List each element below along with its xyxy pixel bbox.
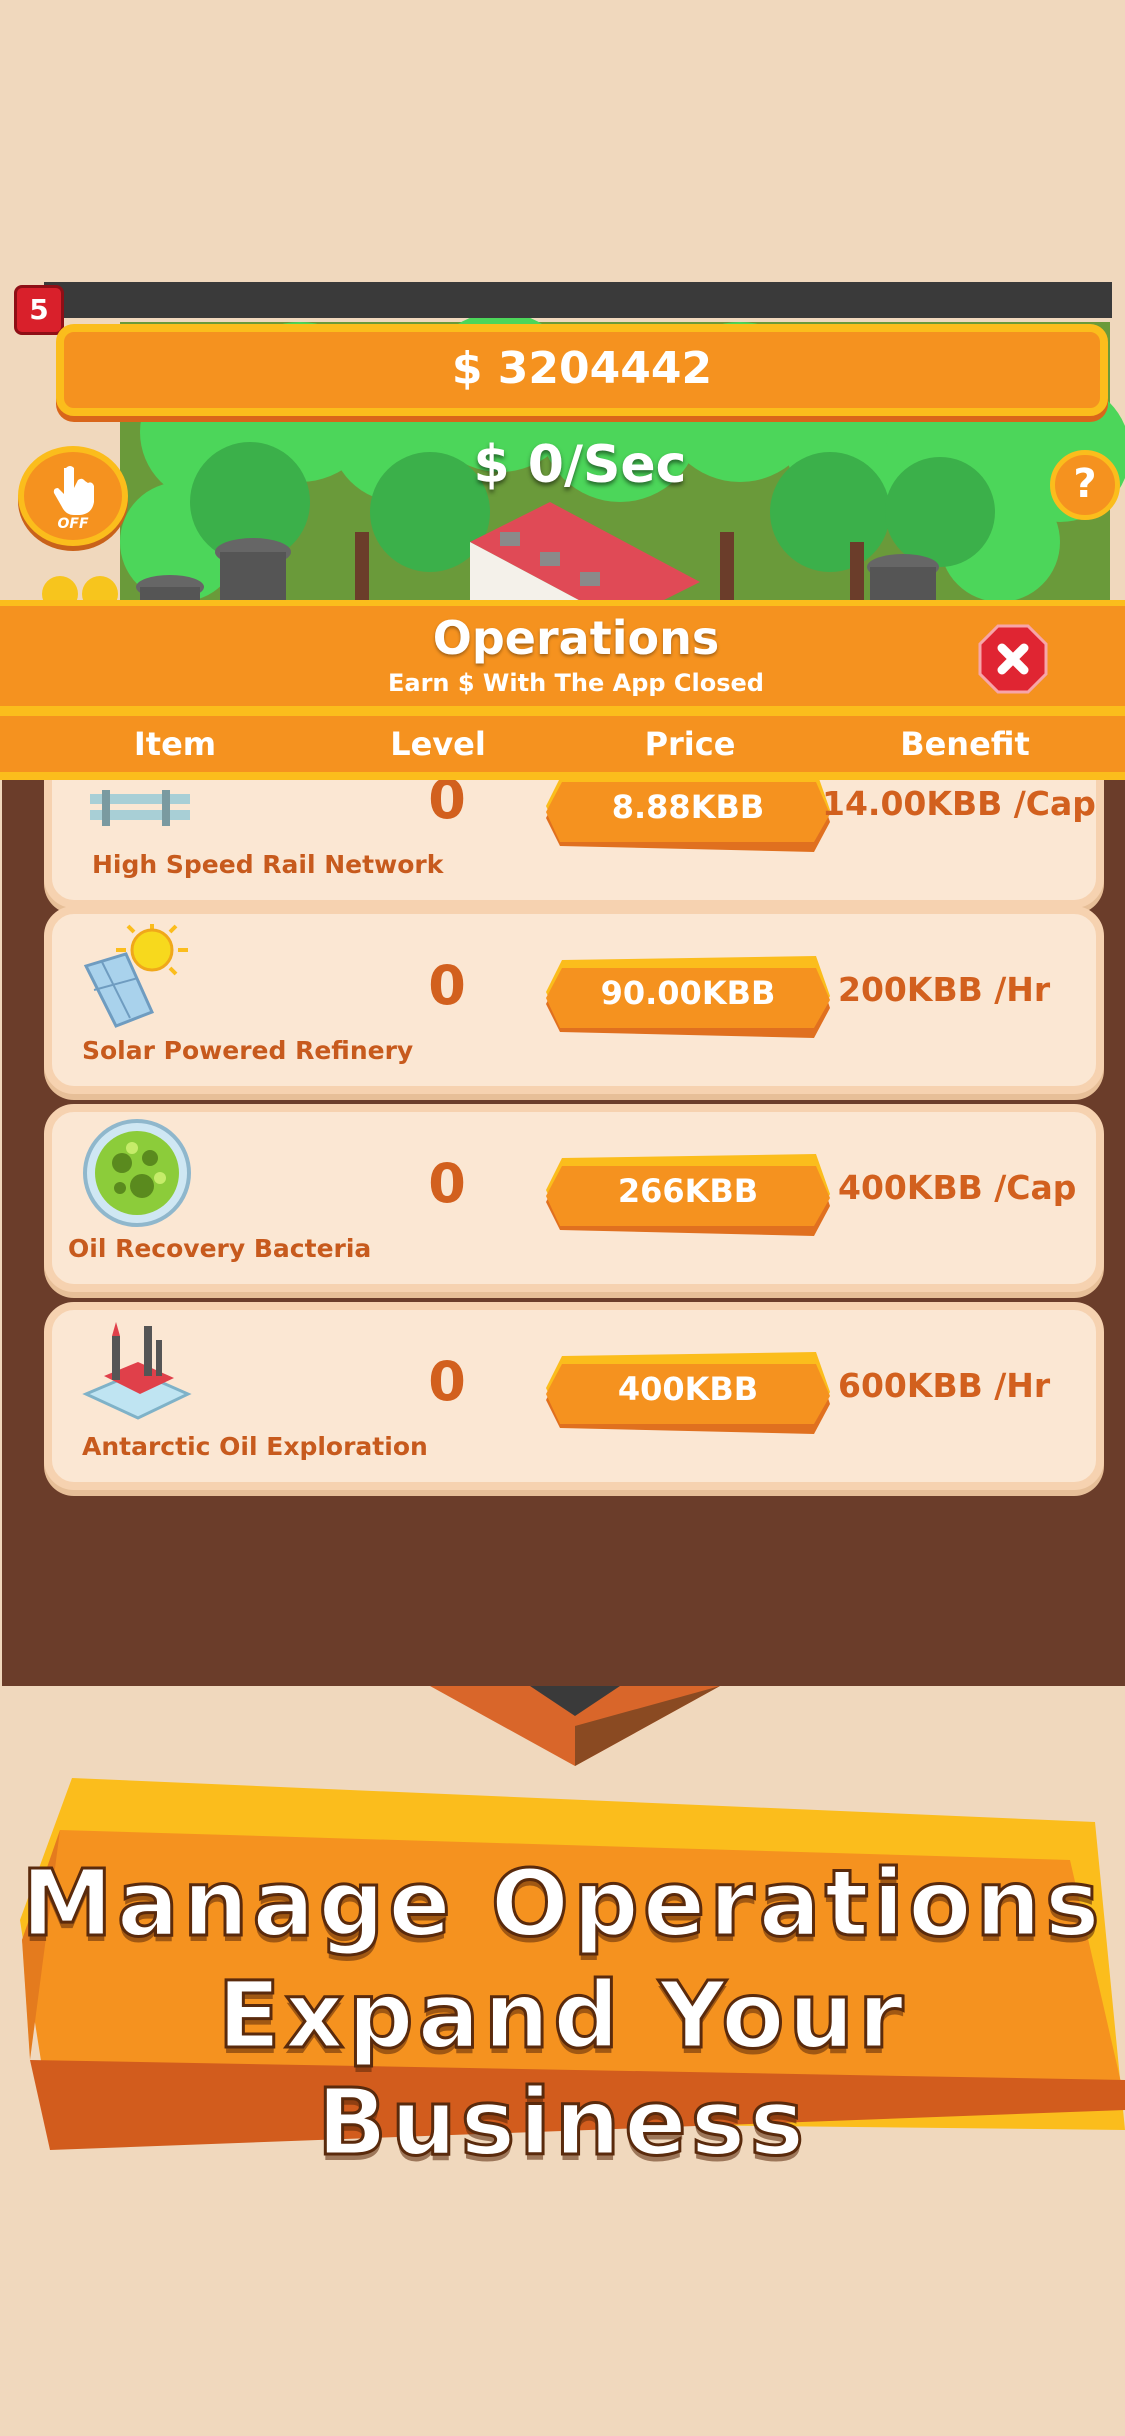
buy-button[interactable]: 8.88KBB xyxy=(546,780,830,858)
operation-name: Solar Powered Refinery xyxy=(82,1036,414,1065)
buy-price-label: 8.88KBB xyxy=(611,788,765,826)
operation-level: 0 xyxy=(428,780,466,831)
solar-panel-icon xyxy=(83,924,188,1028)
help-button[interactable]: ? xyxy=(1050,450,1120,520)
column-header-level: Level xyxy=(390,725,486,763)
header-divider xyxy=(0,706,1125,716)
operation-row-bacteria: Oil Recovery Bacteria 0 266KBB 400KBB /C… xyxy=(44,1104,1104,1292)
operations-list[interactable]: High Speed Rail Network 0 8.88KBB 14.00K… xyxy=(0,780,1125,1500)
buy-price-label: 90.00KBB xyxy=(600,974,776,1012)
buy-price-label: 266KBB xyxy=(617,1172,759,1210)
operation-level: 0 xyxy=(428,954,466,1017)
banner-title-line-2: Expand Your Business xyxy=(216,1961,908,2178)
income-rate: $ 0/Sec xyxy=(473,435,687,495)
operation-row-antarctic: Antarctic Oil Exploration 0 400KBB 600KB… xyxy=(44,1302,1104,1490)
hand-pointer-icon xyxy=(53,466,94,515)
operation-benefit: 14.00KBB /Cap xyxy=(822,784,1096,823)
bacteria-dish-icon xyxy=(83,1119,191,1227)
panel-base xyxy=(430,1686,720,1766)
panel-title: Operations xyxy=(432,611,720,665)
operation-level: 0 xyxy=(428,1152,466,1215)
column-header-benefit: Benefit xyxy=(900,725,1030,763)
oil-rig-icon xyxy=(82,1322,192,1420)
header-bottom-border xyxy=(0,772,1125,780)
buy-button[interactable]: 90.00KBB xyxy=(546,946,830,1044)
auto-tap-status: OFF xyxy=(57,516,89,532)
column-header-item: Item xyxy=(133,725,217,763)
buy-button[interactable]: 266KBB xyxy=(546,1144,830,1242)
column-header-price: Price xyxy=(644,725,736,763)
operation-row-solar: Solar Powered Refinery 0 90.00KBB 200KBB… xyxy=(44,906,1104,1094)
operation-name: High Speed Rail Network xyxy=(92,850,444,879)
buy-button[interactable]: 400KBB xyxy=(546,1342,830,1440)
operation-row-rail: High Speed Rail Network 0 8.88KBB 14.00K… xyxy=(44,780,1104,908)
operation-name: Oil Recovery Bacteria xyxy=(68,1234,372,1263)
rail-icon xyxy=(90,790,190,826)
operation-benefit: 600KBB /Hr xyxy=(838,1366,1051,1405)
auto-tap-toggle-button[interactable]: OFF xyxy=(18,446,128,546)
panel-subtitle: Earn $ With The App Closed xyxy=(388,669,764,697)
operation-benefit: 400KBB /Cap xyxy=(838,1168,1077,1207)
money-counter: $ 3204442 xyxy=(56,324,1108,416)
level-badge: 5 xyxy=(14,285,64,335)
operation-level: 0 xyxy=(428,1350,466,1413)
operation-benefit: 200KBB /Hr xyxy=(838,970,1051,1009)
close-button[interactable] xyxy=(978,624,1048,694)
buy-price-label: 400KBB xyxy=(617,1370,759,1408)
operation-name: Antarctic Oil Exploration xyxy=(82,1432,428,1461)
level-progress-bar xyxy=(44,282,1112,318)
banner-title-line-1: Manage Operations xyxy=(20,1849,1104,1959)
